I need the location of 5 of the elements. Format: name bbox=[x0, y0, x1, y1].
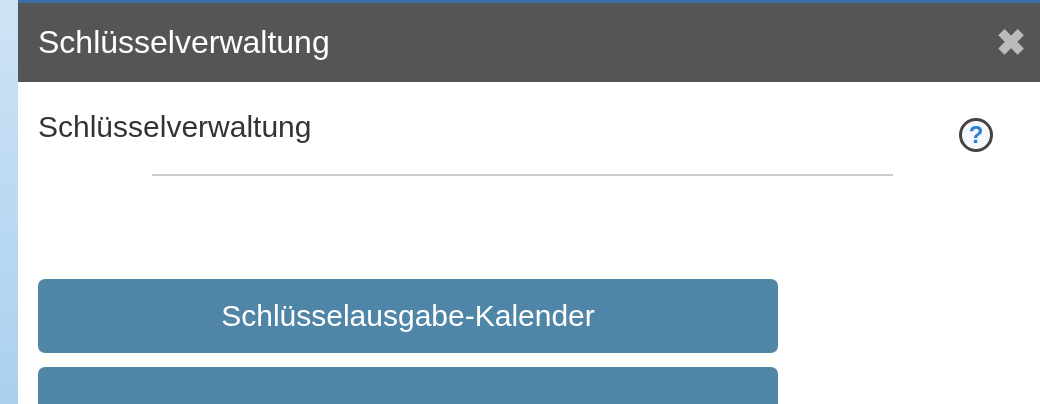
menu-button[interactable]: Schlüsselausgabe-Kalender bbox=[38, 279, 778, 353]
window-title: Schlüsselverwaltung bbox=[38, 24, 330, 61]
section-heading: Schlüsselverwaltung bbox=[38, 110, 312, 144]
close-button[interactable]: ✖ bbox=[996, 24, 1026, 61]
help-button[interactable]: ? bbox=[959, 118, 993, 152]
